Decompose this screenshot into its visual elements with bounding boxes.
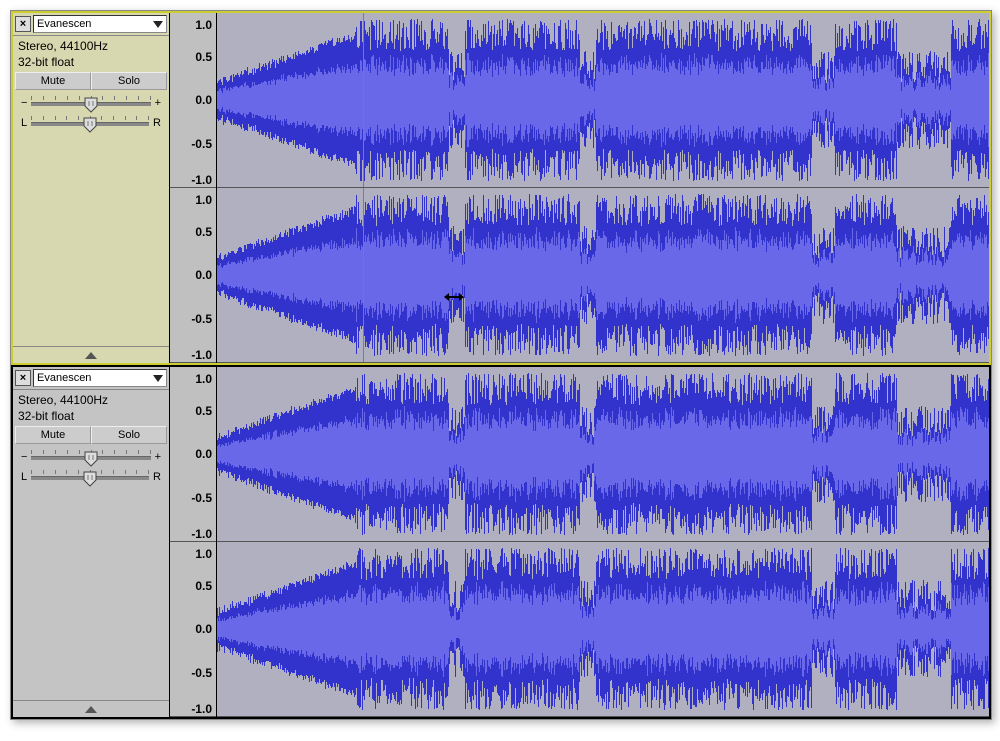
- close-track-button[interactable]: ×: [15, 370, 31, 386]
- ruler-channel: 1.0 0.5 0.0 -0.5 -1.0: [170, 188, 216, 363]
- ruler-label: 0.0: [195, 447, 212, 461]
- pan-right-label: R: [153, 117, 161, 129]
- solo-button[interactable]: Solo: [91, 72, 167, 90]
- mute-button[interactable]: Mute: [15, 426, 91, 444]
- mute-solo-row: Mute Solo: [13, 426, 169, 444]
- track-row: × Evanescen Stereo, 44100Hz 32-bit float…: [11, 365, 991, 719]
- pan-left-label: L: [21, 471, 27, 483]
- chevron-down-icon: [153, 375, 163, 382]
- ruler-label: 1.0: [195, 18, 212, 32]
- gain-slider-thumb[interactable]: [84, 97, 98, 113]
- ruler-label: 0.5: [195, 50, 212, 64]
- waveform-channel[interactable]: [217, 13, 989, 188]
- ruler-label: -1.0: [191, 173, 212, 187]
- waveform-channel[interactable]: [217, 188, 989, 363]
- ruler-channel: 1.0 0.5 0.0 -0.5 -1.0: [170, 367, 216, 542]
- ruler-label: 1.0: [195, 193, 212, 207]
- pan-right-label: R: [153, 471, 161, 483]
- track-name-dropdown[interactable]: Evanescen: [33, 369, 167, 387]
- gain-plus-label: +: [155, 97, 161, 109]
- ruler-label: -1.0: [191, 702, 212, 716]
- chevron-up-icon: [85, 352, 97, 359]
- mute-button[interactable]: Mute: [15, 72, 91, 90]
- ruler-label: -0.5: [191, 312, 212, 326]
- mute-solo-row: Mute Solo: [13, 72, 169, 90]
- track-header: × Evanescen: [13, 13, 169, 36]
- track-info: Stereo, 44100Hz 32-bit float: [13, 390, 169, 426]
- gain-slider[interactable]: [31, 96, 150, 110]
- pan-left-label: L: [21, 117, 27, 129]
- chevron-up-icon: [85, 706, 97, 713]
- playback-cursor: [363, 188, 364, 362]
- waveform-area[interactable]: [217, 13, 989, 363]
- pan-slider[interactable]: [31, 116, 149, 130]
- waveform-channel[interactable]: [217, 367, 989, 542]
- track-control-panel: × Evanescen Stereo, 44100Hz 32-bit float…: [13, 367, 170, 717]
- ruler-label: -0.5: [191, 491, 212, 505]
- pan-slider-thumb[interactable]: [83, 117, 97, 133]
- track-format-label: Stereo, 44100Hz: [18, 38, 164, 54]
- ruler-label: -0.5: [191, 666, 212, 680]
- waveform-channel[interactable]: [217, 542, 989, 717]
- pan-slider-row: L R: [21, 116, 161, 130]
- collapse-track-button[interactable]: [13, 346, 169, 363]
- gain-slider-thumb[interactable]: [84, 451, 98, 467]
- ruler-label: 0.0: [195, 93, 212, 107]
- ruler-label: 1.0: [195, 372, 212, 386]
- ruler-label: 0.5: [195, 404, 212, 418]
- gain-slider-row: − +: [21, 450, 161, 464]
- collapse-track-button[interactable]: [13, 700, 169, 717]
- playback-cursor: [363, 13, 364, 187]
- track-bitdepth-label: 32-bit float: [18, 408, 164, 424]
- pan-slider-thumb[interactable]: [83, 471, 97, 487]
- ruler-label: -1.0: [191, 527, 212, 541]
- solo-button[interactable]: Solo: [91, 426, 167, 444]
- pan-slider-row: L R: [21, 470, 161, 484]
- ruler-label: 0.0: [195, 622, 212, 636]
- ruler-label: 0.5: [195, 225, 212, 239]
- ruler-label: -1.0: [191, 348, 212, 362]
- track-name-label: Evanescen: [37, 18, 91, 30]
- close-track-button[interactable]: ×: [15, 16, 31, 32]
- sliders-block: − + L R: [13, 90, 169, 142]
- gain-plus-label: +: [155, 451, 161, 463]
- track-list: × Evanescen Stereo, 44100Hz 32-bit float…: [10, 10, 992, 720]
- gain-slider[interactable]: [31, 450, 150, 464]
- sliders-block: − + L R: [13, 444, 169, 496]
- ruler-channel: 1.0 0.5 0.0 -0.5 -1.0: [170, 13, 216, 188]
- chevron-down-icon: [153, 21, 163, 28]
- amplitude-ruler: 1.0 0.5 0.0 -0.5 -1.0 1.0 0.5 0.0 -0.5 -1.0: [170, 367, 217, 717]
- amplitude-ruler: 1.0 0.5 0.0 -0.5 -1.0 1.0 0.5 0.0 -0.5 -1.0: [170, 13, 217, 363]
- ruler-channel: 1.0 0.5 0.0 -0.5 -1.0: [170, 542, 216, 717]
- ruler-label: 0.5: [195, 579, 212, 593]
- ruler-label: -0.5: [191, 137, 212, 151]
- pan-slider[interactable]: [31, 470, 149, 484]
- track-format-label: Stereo, 44100Hz: [18, 392, 164, 408]
- track-bitdepth-label: 32-bit float: [18, 54, 164, 70]
- track-name-dropdown[interactable]: Evanescen: [33, 15, 167, 33]
- ruler-label: 1.0: [195, 547, 212, 561]
- gain-minus-label: −: [21, 451, 27, 463]
- track-header: × Evanescen: [13, 367, 169, 390]
- track-control-panel: × Evanescen Stereo, 44100Hz 32-bit float…: [13, 13, 170, 363]
- track-name-label: Evanescen: [37, 372, 91, 384]
- waveform-area[interactable]: [217, 367, 989, 717]
- ruler-label: 0.0: [195, 268, 212, 282]
- gain-minus-label: −: [21, 97, 27, 109]
- gain-slider-row: − +: [21, 96, 161, 110]
- track-row: × Evanescen Stereo, 44100Hz 32-bit float…: [11, 11, 991, 365]
- track-info: Stereo, 44100Hz 32-bit float: [13, 36, 169, 72]
